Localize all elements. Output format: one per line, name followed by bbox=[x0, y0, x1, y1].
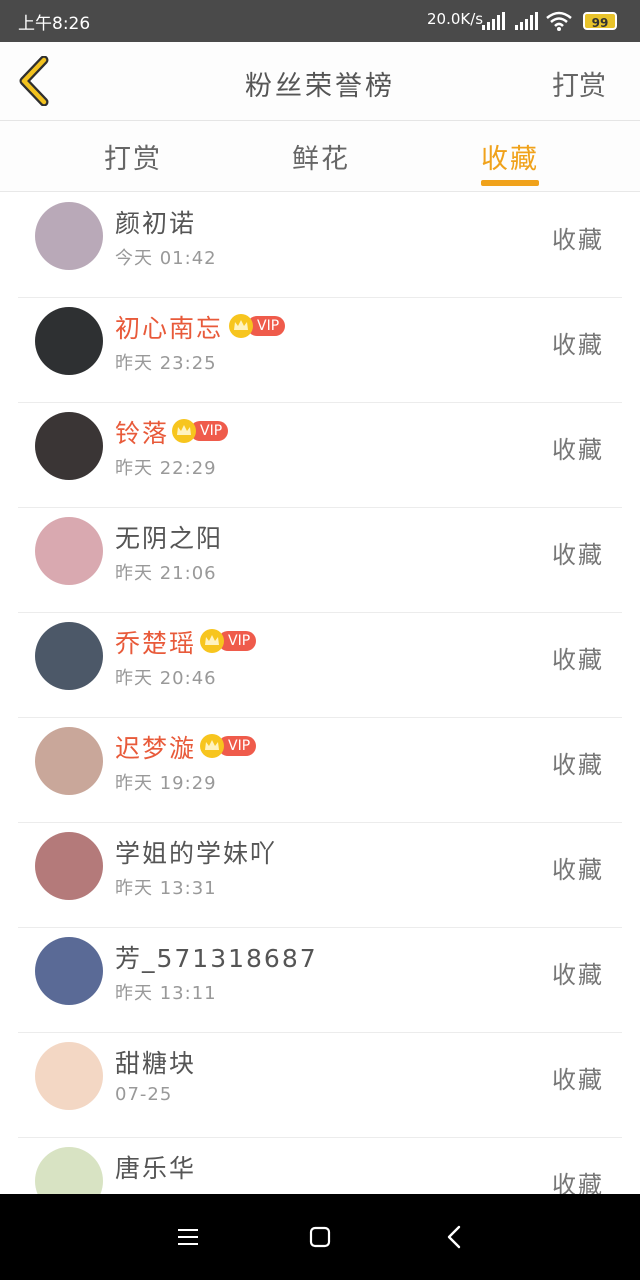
fan-action: 收藏 bbox=[552, 436, 604, 464]
list-item[interactable]: 甜糖块 07-25 收藏 bbox=[18, 1032, 622, 1138]
fan-name: 唐乐华 bbox=[115, 1154, 197, 1183]
fan-time: 昨天 21:06 bbox=[115, 563, 217, 584]
vip-badge: VIP bbox=[200, 629, 257, 653]
fan-time: 昨天 19:29 bbox=[115, 773, 217, 794]
fan-action: 收藏 bbox=[552, 961, 604, 989]
fan-time: 昨天 20:46 bbox=[115, 668, 217, 689]
list-item[interactable]: 铃落 VIP 昨天 22:29 收藏 bbox=[18, 402, 622, 508]
list-item[interactable]: 初心南忘 VIP 昨天 23:25 收藏 bbox=[18, 297, 622, 403]
fan-name: 甜糖块 bbox=[115, 1049, 197, 1078]
reward-button[interactable]: 打赏 bbox=[552, 64, 606, 103]
tab-favorites[interactable]: 收藏 bbox=[481, 137, 539, 176]
status-time: 上午8:26 bbox=[18, 14, 91, 34]
list-item[interactable]: 迟梦漩 VIP 昨天 19:29 收藏 bbox=[18, 717, 622, 823]
fan-time: 昨天 23:25 bbox=[115, 353, 217, 374]
fan-action: 收藏 bbox=[552, 646, 604, 674]
page-title: 粉丝荣誉榜 bbox=[245, 71, 395, 102]
fan-action: 收藏 bbox=[552, 1066, 604, 1094]
back-nav-icon[interactable] bbox=[440, 1222, 470, 1252]
fan-name: 迟梦漩 bbox=[115, 734, 197, 763]
list-item[interactable]: 无阴之阳 昨天 21:06 收藏 bbox=[18, 507, 622, 613]
fan-time: 07-25 bbox=[115, 1084, 173, 1105]
home-icon[interactable] bbox=[305, 1222, 335, 1252]
tab-reward[interactable]: 打赏 bbox=[104, 137, 162, 176]
fan-time: 昨天 13:31 bbox=[115, 878, 217, 899]
vip-badge: VIP bbox=[172, 419, 229, 443]
fan-list: 颜初诺 今天 01:42 收藏 初心南忘 VIP 昨天 23:25 收藏 铃落 … bbox=[0, 192, 640, 1194]
fan-action: 收藏 bbox=[552, 331, 604, 359]
fan-action: 收藏 bbox=[552, 541, 604, 569]
list-item[interactable]: 乔楚瑶 VIP 昨天 20:46 收藏 bbox=[18, 612, 622, 718]
vip-badge: VIP bbox=[200, 734, 257, 758]
crown-icon bbox=[229, 314, 253, 338]
avatar bbox=[35, 622, 103, 690]
fan-action: 收藏 bbox=[552, 856, 604, 884]
fan-name: 学姐的学妹吖 bbox=[115, 839, 278, 868]
menu-icon[interactable] bbox=[173, 1222, 203, 1252]
tab-flowers[interactable]: 鲜花 bbox=[292, 137, 350, 176]
crown-icon bbox=[200, 629, 224, 653]
fan-action: 收藏 bbox=[552, 751, 604, 779]
system-nav-bar bbox=[0, 1194, 640, 1280]
fan-action: 收藏 bbox=[552, 226, 604, 254]
status-bar: 上午8:26 20.0K/s 99 bbox=[0, 0, 640, 42]
header: 粉丝荣誉榜 打赏 bbox=[0, 42, 640, 121]
avatar bbox=[35, 307, 103, 375]
avatar bbox=[35, 1147, 103, 1194]
fan-name: 无阴之阳 bbox=[115, 524, 224, 553]
signal-icon bbox=[515, 12, 538, 30]
crown-icon bbox=[172, 419, 196, 443]
active-tab-indicator bbox=[481, 180, 539, 186]
fan-time: 今天 01:42 bbox=[115, 248, 217, 269]
fan-name: 铃落 bbox=[115, 419, 170, 448]
fan-name: 初心南忘 bbox=[115, 314, 224, 343]
list-item[interactable]: 颜初诺 今天 01:42 收藏 bbox=[18, 192, 622, 298]
fan-name: 颜初诺 bbox=[115, 209, 197, 238]
network-speed: 20.0K/s bbox=[427, 10, 484, 28]
avatar bbox=[35, 517, 103, 585]
fan-time: 昨天 13:11 bbox=[115, 983, 217, 1004]
tab-bar: 打赏 鲜花 收藏 bbox=[0, 121, 640, 192]
signal-icon bbox=[482, 12, 505, 30]
wifi-icon bbox=[546, 11, 572, 31]
list-item[interactable]: 学姐的学妹吖 昨天 13:31 收藏 bbox=[18, 822, 622, 928]
fan-name: 芳_571318687 bbox=[115, 944, 318, 973]
avatar bbox=[35, 727, 103, 795]
fan-time: 昨天 22:29 bbox=[115, 458, 217, 479]
battery-icon: 99 bbox=[583, 12, 617, 30]
list-item[interactable]: 芳_571318687 昨天 13:11 收藏 bbox=[18, 927, 622, 1033]
avatar bbox=[35, 202, 103, 270]
fan-name: 乔楚瑶 bbox=[115, 629, 197, 658]
vip-badge: VIP bbox=[229, 314, 286, 338]
avatar bbox=[35, 1042, 103, 1110]
avatar bbox=[35, 412, 103, 480]
avatar bbox=[35, 832, 103, 900]
fan-action: 收藏 bbox=[552, 1171, 604, 1194]
crown-icon bbox=[200, 734, 224, 758]
list-item[interactable]: 唐乐华 收藏 bbox=[18, 1137, 622, 1194]
avatar bbox=[35, 937, 103, 1005]
